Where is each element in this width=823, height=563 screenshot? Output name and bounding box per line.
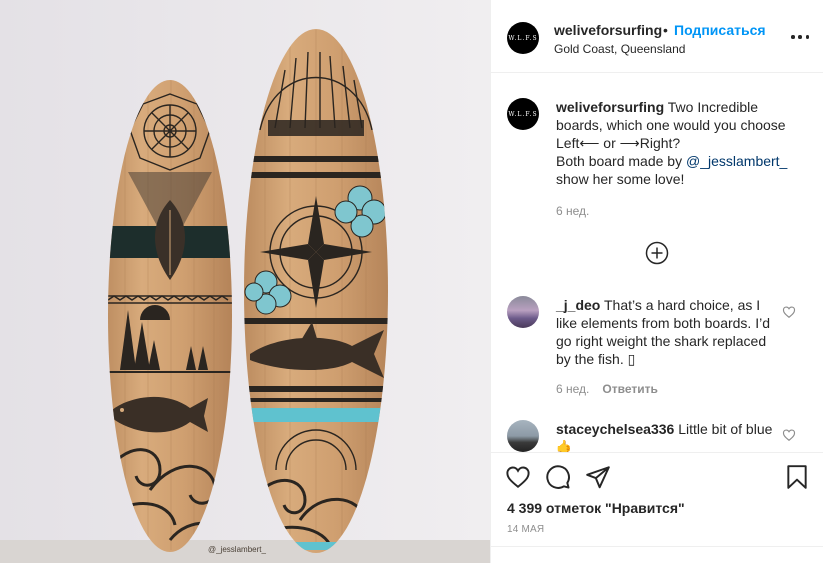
heart-icon[interactable] bbox=[505, 464, 531, 490]
separator-dot: • bbox=[663, 22, 668, 38]
caption-time[interactable]: 6 нед. bbox=[556, 204, 589, 218]
post-username[interactable]: weliveforsurfing bbox=[554, 22, 662, 38]
post-sidebar: W.L.F.S weliveforsurfing • Подписаться G… bbox=[490, 0, 823, 563]
avatar[interactable]: W.L.F.S bbox=[507, 22, 539, 54]
bookmark-icon[interactable] bbox=[784, 464, 810, 490]
avatar[interactable] bbox=[507, 420, 539, 452]
avatar[interactable]: W.L.F.S bbox=[507, 98, 539, 130]
comments-list[interactable]: W.L.F.S weliveforsurfing Two Incredible … bbox=[491, 74, 823, 452]
caption-text: weliveforsurfing Two Incredible boards, … bbox=[556, 98, 796, 188]
comment-time[interactable]: 6 нед. bbox=[556, 382, 589, 396]
comment-icon[interactable] bbox=[545, 464, 571, 490]
post-location[interactable]: Gold Coast, Queensland bbox=[554, 42, 685, 56]
reply-button[interactable]: Ответить bbox=[602, 382, 657, 396]
caption-username[interactable]: weliveforsurfing bbox=[556, 99, 664, 115]
photo-watermark: @_jesslambert_ bbox=[208, 545, 266, 554]
comment-username[interactable]: _j_deo bbox=[556, 297, 600, 313]
post-date[interactable]: 14 МАЯ bbox=[507, 524, 544, 535]
comment-text: _j_deo That’s a hard choice, as I like e… bbox=[556, 296, 782, 368]
mention-link[interactable]: @_jesslambert_ bbox=[686, 153, 787, 169]
surfboards-image: @_jesslambert_ bbox=[0, 0, 490, 563]
post-photo[interactable]: @_jesslambert_ bbox=[0, 0, 490, 563]
follow-button[interactable]: Подписаться bbox=[674, 22, 766, 38]
caption-line: show her some love! bbox=[556, 171, 685, 187]
like-comment-icon[interactable] bbox=[782, 305, 796, 319]
add-comment-bar[interactable] bbox=[491, 546, 823, 563]
add-circle-icon[interactable] bbox=[645, 241, 669, 265]
likes-count[interactable]: 4 399 отметок "Нравится" bbox=[507, 500, 685, 516]
avatar-logo: W.L.F.S bbox=[508, 110, 538, 118]
avatar-logo: W.L.F.S bbox=[508, 34, 538, 42]
like-comment-icon[interactable] bbox=[782, 428, 796, 442]
avatar[interactable] bbox=[507, 296, 539, 328]
more-icon[interactable] bbox=[791, 28, 809, 46]
caption-line: Both board made by bbox=[556, 153, 686, 169]
comment-username[interactable]: staceychelsea336 bbox=[556, 421, 674, 437]
post-header: W.L.F.S weliveforsurfing • Подписаться G… bbox=[491, 0, 823, 73]
comment-meta: 6 нед. Ответить bbox=[556, 382, 658, 396]
comment-text: staceychelsea336 Little bit of blue 🤙 bbox=[556, 420, 782, 452]
share-icon[interactable] bbox=[585, 464, 611, 490]
post-actions: 4 399 отметок "Нравится" 14 МАЯ bbox=[491, 452, 823, 546]
